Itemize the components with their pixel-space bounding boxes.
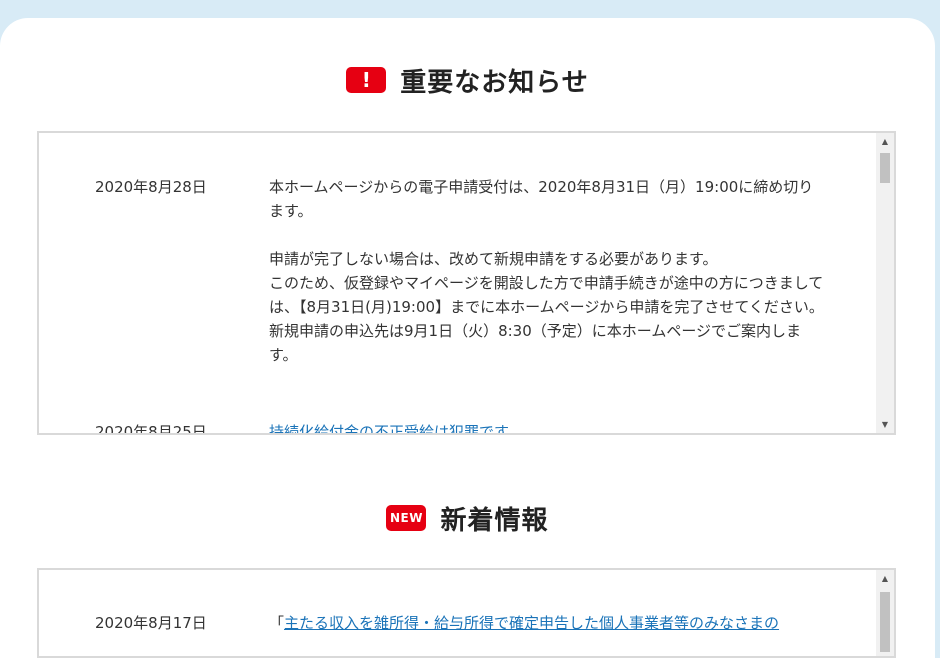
- entry-date: 2020年8月28日: [95, 178, 207, 196]
- entry-body: 「主たる収入を雑所得・給与所得で確定申告した個人事業者等のみなさまの: [269, 611, 825, 635]
- list-item: 2020年8月17日 「主たる収入を雑所得・給与所得で確定申告した個人事業者等の…: [95, 611, 825, 635]
- scrollbar-thumb[interactable]: [880, 153, 890, 183]
- news-box: 2020年8月17日 「主たる収入を雑所得・給与所得で確定申告した個人事業者等の…: [37, 568, 896, 658]
- important-notice-box: 2020年8月28日 本ホームページからの電子申請受付は、2020年8月31日（…: [37, 131, 896, 435]
- entry-date: 2020年8月17日: [95, 614, 207, 632]
- important-notice-header: ! 重要なお知らせ: [0, 60, 935, 100]
- entry-body: 本ホームページからの電子申請受付は、2020年8月31日（月）19:00に締め切…: [269, 175, 825, 367]
- alert-icon: !: [346, 67, 387, 93]
- entry-date: 2020年8月25日: [95, 423, 207, 433]
- scrollbar[interactable]: ▲: [876, 570, 894, 656]
- scroll-down-arrow-icon[interactable]: ▼: [876, 416, 894, 433]
- entry-body: 持続化給付金の不正受給は犯罪です: [269, 420, 825, 433]
- important-notice-list: 2020年8月28日 本ホームページからの電子申請受付は、2020年8月31日（…: [39, 133, 876, 433]
- scroll-up-arrow-icon[interactable]: ▲: [876, 133, 894, 150]
- entry-text: 申請が完了しない場合は、改めて新規申請をする必要があります。: [269, 250, 718, 268]
- scrollbar[interactable]: ▲ ▼: [876, 133, 894, 433]
- important-notice-title: 重要なお知らせ: [400, 67, 589, 98]
- entry-link[interactable]: 主たる収入を雑所得・給与所得で確定申告した個人事業者等のみなさまの: [284, 614, 779, 632]
- news-list: 2020年8月17日 「主たる収入を雑所得・給与所得で確定申告した個人事業者等の…: [39, 570, 876, 656]
- entry-link[interactable]: 持続化給付金の不正受給は犯罪です: [269, 423, 509, 433]
- news-header: NEW 新着情報: [0, 498, 935, 538]
- entry-text: 新規申請の申込先は9月1日（火）8:30（予定）に本ホームページでご案内します。: [269, 322, 802, 364]
- scroll-up-arrow-icon[interactable]: ▲: [876, 570, 894, 587]
- news-title: 新着情報: [440, 505, 549, 536]
- entry-text: 本ホームページからの電子申請受付は、2020年8月31日（月）19:00に締め切…: [269, 178, 814, 220]
- list-item: 2020年8月28日 本ホームページからの電子申請受付は、2020年8月31日（…: [95, 175, 825, 367]
- entry-prefix: 「: [269, 614, 285, 632]
- new-badge: NEW: [386, 505, 427, 531]
- main-card: ! 重要なお知らせ 2020年8月28日 本ホームページからの電子申請受付は、2…: [0, 18, 935, 658]
- list-item: 2020年8月25日 持続化給付金の不正受給は犯罪です: [95, 420, 825, 433]
- entry-text: このため、仮登録やマイページを開設した方で申請手続きが途中の方につきましては、【…: [269, 274, 824, 316]
- scrollbar-thumb[interactable]: [880, 592, 890, 652]
